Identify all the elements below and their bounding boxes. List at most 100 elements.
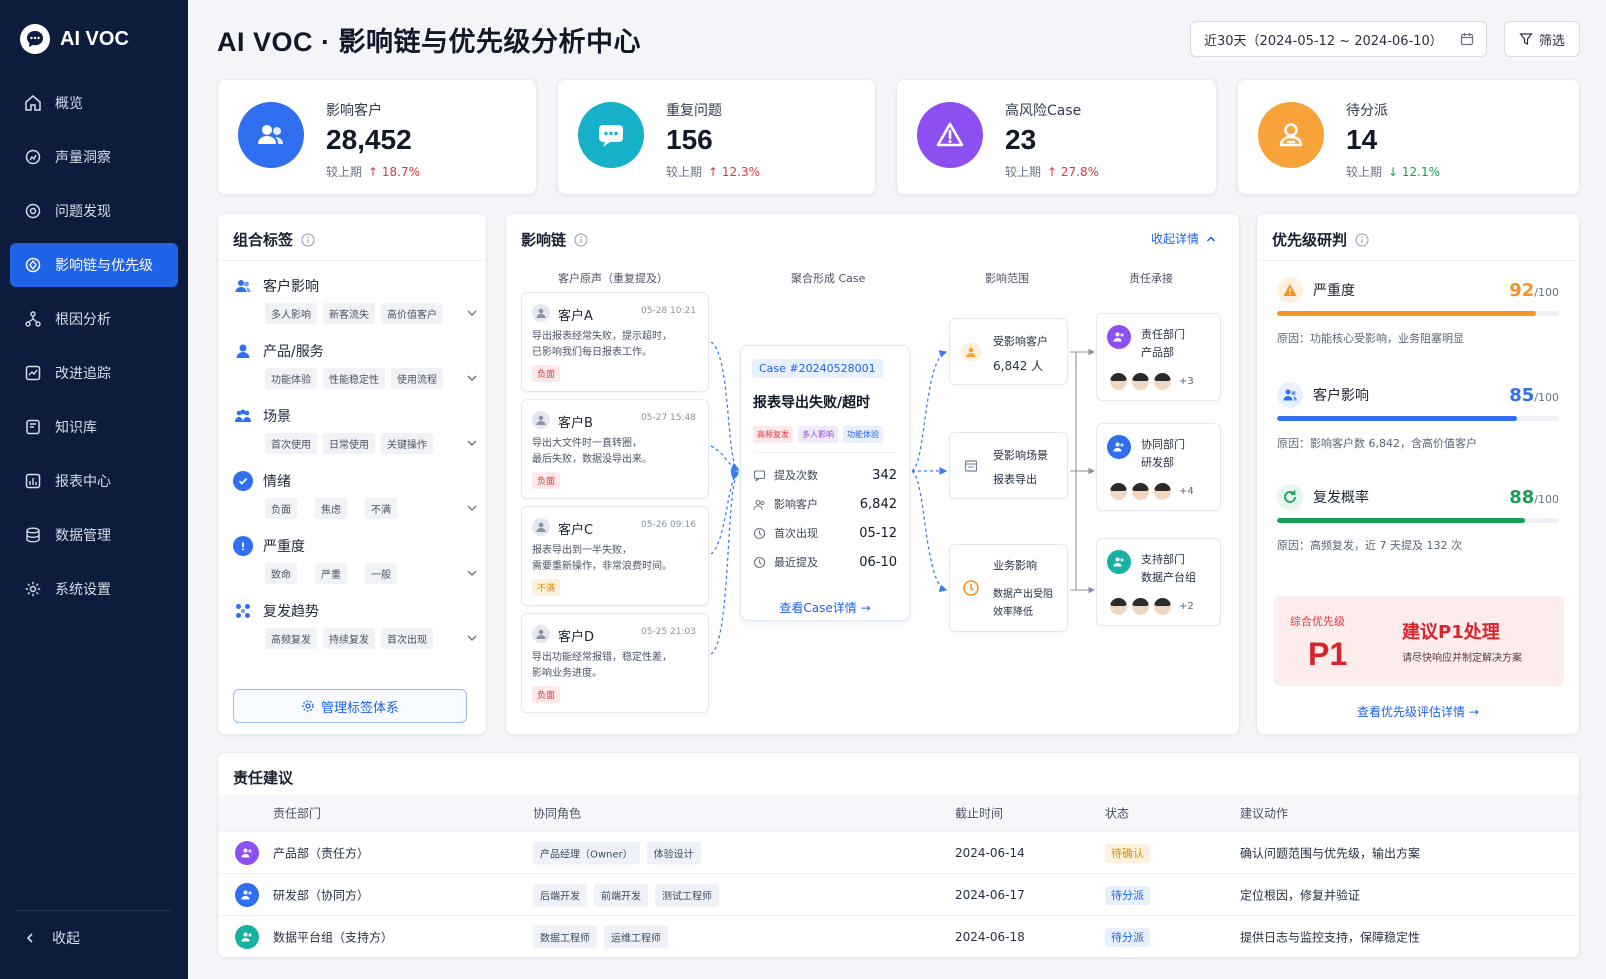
kpi-compare: 较上期 ↓ 12.1% (1346, 163, 1440, 180)
app-logo[interactable]: AI VOC (20, 24, 129, 54)
table-row[interactable]: 产品部（责任方） 产品经理（Owner） 体验设计 2024-06-14 待确认 … (218, 831, 1579, 873)
nav-label: 根因分析 (55, 312, 111, 328)
tag-group-product-service[interactable]: 产品/服务 功能体验 性能稳定性 使用流程 (233, 341, 479, 389)
tag-group-scene[interactable]: 场景 首次使用 日常使用 关键操作 (233, 406, 479, 454)
nav-label: 影响链与优先级 (55, 258, 153, 274)
scope-card-business[interactable]: 业务影响 数据产出受阻 效率降低 (949, 544, 1068, 632)
nav-label: 知识库 (55, 420, 97, 436)
kpi-card-high-risk-case: 高风险Case 23 较上期 ↑ 27.8% (896, 79, 1217, 195)
tag-chip[interactable]: 首次使用 (265, 433, 317, 454)
tag-group-severity[interactable]: 严重度 致命 严重 一般 (233, 536, 479, 584)
voice-text-line: 影响业务进度。 (532, 668, 602, 679)
user-icon (233, 341, 253, 361)
member-avatars[interactable]: +4 (1109, 482, 1194, 501)
tag-chip[interactable]: 高价值客户 (381, 303, 443, 324)
voice-card-c[interactable]: 客户C 05-26 09:16 报表导出到一半失败， 需要重新操作，非常浪费时间。… (521, 506, 709, 606)
tag-chip[interactable]: 致命 (265, 563, 297, 584)
nav-item-insight[interactable]: 声量洞察 (10, 135, 178, 179)
nav-item-settings[interactable]: 系统设置 (10, 567, 178, 611)
kpi-label: 高风险Case (1005, 103, 1082, 119)
tag-chip[interactable]: 关键操作 (381, 433, 433, 454)
tag-group-customer-impact[interactable]: 客户影响 多人影响 新客流失 高价值客户 (233, 276, 479, 324)
chevron-down-icon[interactable] (465, 501, 479, 515)
report-icon (25, 473, 41, 489)
voice-card-a[interactable]: 客户A 05-28 10:21 导出报表经常失败，提示超时， 已影响我们每日报表工… (521, 292, 709, 392)
score-max: /100 (1534, 285, 1559, 299)
priority-bar-fill (1277, 311, 1537, 316)
nav-item-tracking[interactable]: 改进追踪 (10, 351, 178, 395)
chevron-down-icon[interactable] (465, 436, 479, 450)
tag-group-recurrence[interactable]: 复发趋势 高频复发 持续复发 首次出现 (233, 601, 479, 649)
chevron-down-icon[interactable] (465, 306, 479, 320)
priority-customer-impact: 客户影响 85/100 原因：影响客户数 6,842，含高价值客户 (1277, 382, 1559, 451)
manage-tags-button[interactable]: 管理标签体系 (233, 689, 467, 723)
info-icon[interactable] (1355, 232, 1369, 247)
users-icon (235, 882, 259, 907)
window-icon (961, 456, 981, 476)
scope-title: 受影响客户 (993, 335, 1048, 348)
chevron-down-icon[interactable] (465, 631, 479, 645)
nav-item-issues[interactable]: 问题发现 (10, 189, 178, 233)
nav-item-data[interactable]: 数据管理 (10, 513, 178, 557)
priority-bar (1277, 518, 1559, 523)
voice-text-line: 已影响我们每日报表工作。 (532, 347, 652, 358)
tag-chip[interactable]: 日常使用 (323, 433, 375, 454)
resp-card-owner[interactable]: 责任部门 产品部 +3 (1096, 313, 1221, 401)
resp-role: 协同部门 (1141, 438, 1185, 451)
due-date: 2024-06-17 (955, 887, 1025, 902)
score-value: 88 (1509, 486, 1535, 508)
case-tag: 多人影响 (798, 426, 838, 443)
scope-card-customers[interactable]: 受影响客户 6,842 人 (949, 318, 1068, 385)
filter-button[interactable]: 筛选 (1504, 21, 1580, 57)
case-stat-mentions: 提及次数 342 (753, 467, 897, 483)
tag-chip[interactable]: 一般 (365, 563, 397, 584)
chevron-left-icon (26, 933, 33, 943)
tag-chip[interactable]: 严重 (315, 563, 347, 584)
group-icon (233, 406, 253, 426)
tag-chip[interactable]: 多人影响 (265, 303, 317, 324)
nav-item-knowledge[interactable]: 知识库 (10, 405, 178, 449)
sentiment-badge: 负面 (532, 472, 561, 489)
chevron-down-icon[interactable] (465, 566, 479, 580)
warning-icon (1277, 277, 1303, 303)
voice-card-b[interactable]: 客户B 05-27 15:48 导出大文件时一直转圈， 最后失败，数据没导出来。 … (521, 399, 709, 499)
avatar (1131, 482, 1150, 501)
chevron-down-icon[interactable] (465, 371, 479, 385)
view-case-details-link[interactable]: 查看Case详情 → (741, 599, 909, 616)
filter-icon (1519, 33, 1533, 45)
nav-item-root-cause[interactable]: 根因分析 (10, 297, 178, 341)
scope-value: 数据产出受阻 (993, 589, 1053, 600)
voice-card-d[interactable]: 客户D 05-25 21:03 导出功能经常报错，稳定性差， 影响业务进度。 负面 (521, 613, 709, 713)
tag-chip[interactable]: 使用流程 (391, 368, 443, 389)
priority-panel: 优先级研判 严重度 92/100 原因：功能核心受影响，业务阻塞明显 客户影响 85… (1256, 213, 1580, 735)
scope-card-scene[interactable]: 受影响场景 报表导出 (949, 432, 1068, 499)
nav-item-reports[interactable]: 报表中心 (10, 459, 178, 503)
tag-chip[interactable]: 高频复发 (265, 628, 317, 649)
collapse-sidebar-button[interactable]: 收起 (24, 928, 80, 948)
tag-chip[interactable]: 新客流失 (323, 303, 375, 324)
nav-item-overview[interactable]: 概览 (10, 81, 178, 125)
member-avatars[interactable]: +3 (1109, 372, 1194, 391)
tag-chip[interactable]: 不满 (365, 498, 397, 519)
resp-card-collab[interactable]: 协同部门 研发部 +4 (1096, 423, 1221, 511)
tag-chip[interactable]: 功能体验 (265, 368, 317, 389)
date-range-picker[interactable]: 近30天（2024-05-12 ~ 2024-06-10） (1190, 21, 1487, 57)
tag-chip[interactable]: 首次出现 (381, 628, 433, 649)
table-row[interactable]: 研发部（协同方） 后端开发 前端开发 测试工程师 2024-06-17 待分派 定位… (218, 873, 1579, 915)
tag-chip[interactable]: 负面 (265, 498, 297, 519)
nav-item-impact-chain[interactable]: 影响链与优先级 (10, 243, 178, 287)
tag-group-emotion[interactable]: 情绪 负面 焦虑 不满 (233, 471, 479, 519)
kpi-value: 28,452 (326, 124, 412, 155)
table-row[interactable]: 数据平台组（支持方） 数据工程师 运维工程师 2024-06-18 待分派 提供日… (218, 915, 1579, 957)
case-card[interactable]: Case #20240528001 报表导出失败/超时 高频复发 多人影响 功能… (740, 345, 910, 621)
priority-label: 严重度 (1313, 283, 1355, 299)
track-icon (25, 365, 41, 381)
member-avatars[interactable]: +2 (1109, 597, 1194, 616)
tag-chip[interactable]: 持续复发 (323, 628, 375, 649)
view-priority-details-link[interactable]: 查看优先级评估详情 → (1257, 703, 1579, 720)
insight-icon (25, 149, 41, 165)
tag-chip[interactable]: 焦虑 (315, 498, 347, 519)
tag-chip[interactable]: 性能稳定性 (323, 368, 385, 389)
info-icon[interactable] (301, 232, 315, 247)
resp-card-support[interactable]: 支持部门 数据产台组 +2 (1096, 538, 1221, 626)
